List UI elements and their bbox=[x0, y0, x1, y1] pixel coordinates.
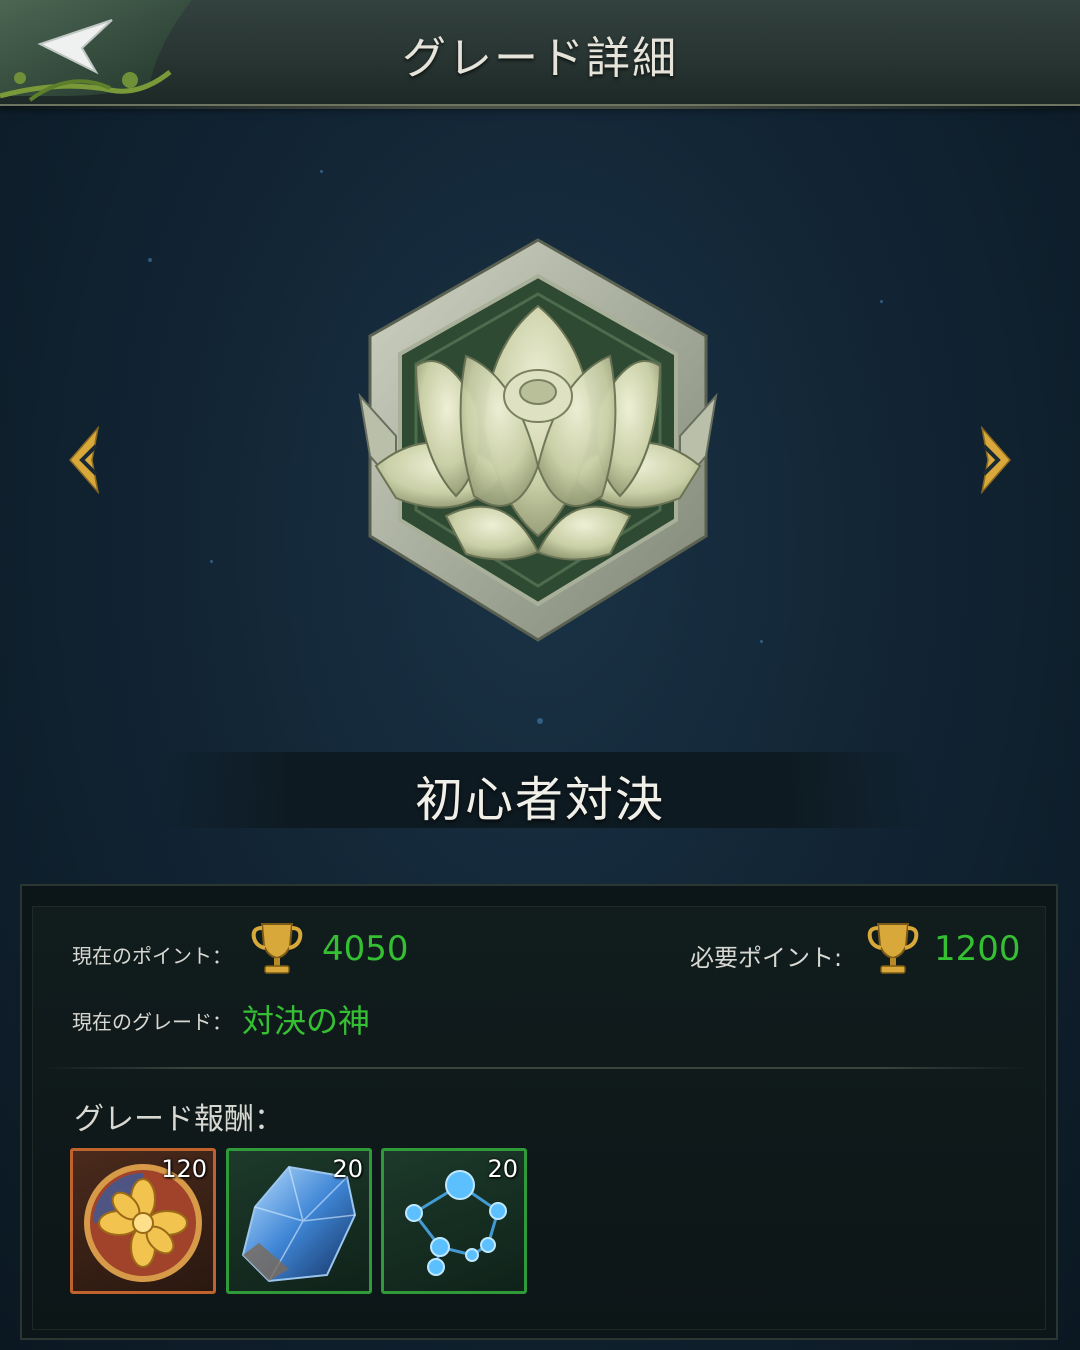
required-points-label: 必要ポイント: bbox=[690, 944, 843, 972]
trophy-icon bbox=[867, 923, 919, 974]
current-grade-label: 現在のグレード： bbox=[72, 1010, 232, 1034]
current-grade-value: 対決の神 bbox=[242, 1002, 371, 1040]
required-points-value: 1200 bbox=[934, 929, 1021, 969]
reward-item[interactable]: 20 bbox=[381, 1148, 527, 1294]
grade-name-banner: 初心者対決 bbox=[150, 752, 930, 828]
chevron-left-icon bbox=[69, 425, 100, 495]
trophy-icon bbox=[251, 923, 303, 974]
grade-emblem bbox=[356, 236, 720, 646]
page-title: グレード詳細 bbox=[402, 33, 678, 84]
lotus-emblem-icon bbox=[358, 238, 718, 642]
current-points-value: 4050 bbox=[322, 929, 409, 969]
reward-item[interactable]: 120 bbox=[70, 1148, 216, 1294]
next-grade-button[interactable] bbox=[978, 425, 1014, 495]
grade-name: 初心者対決 bbox=[414, 772, 665, 828]
reward-count: 20 bbox=[487, 1155, 518, 1183]
reward-count: 20 bbox=[332, 1155, 363, 1183]
previous-grade-button[interactable] bbox=[66, 425, 102, 495]
current-points-label: 現在のポイント： bbox=[72, 944, 232, 968]
panel-divider bbox=[40, 1067, 1030, 1069]
chevron-right-icon bbox=[980, 425, 1011, 495]
reward-item[interactable]: 20 bbox=[226, 1148, 372, 1294]
header-bar: グレード詳細 bbox=[0, 0, 1080, 109]
grade-rewards-label: グレード報酬： bbox=[74, 1102, 284, 1137]
reward-count: 120 bbox=[161, 1155, 207, 1183]
